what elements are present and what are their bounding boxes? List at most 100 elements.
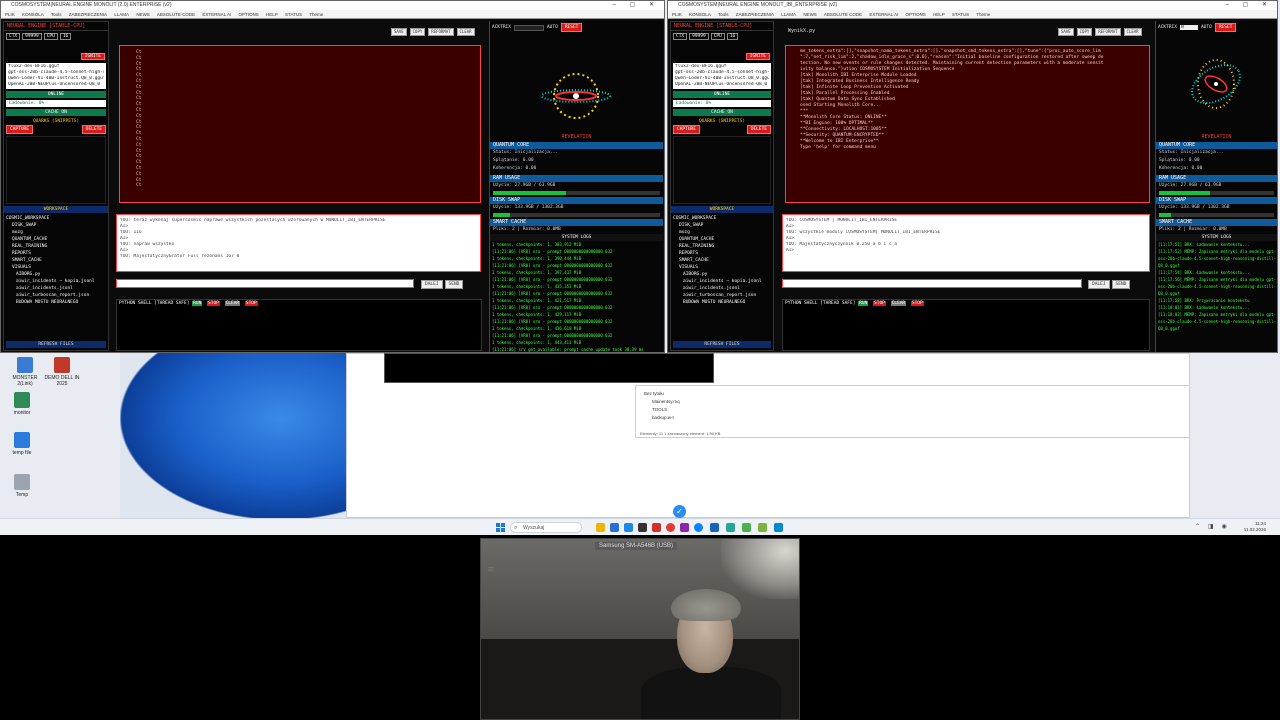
file-explorer-icon[interactable] [596,523,605,532]
run-button[interactable]: RUN [192,301,203,306]
tree-item[interactable]: aiwir_incidents.jsonl [673,285,771,292]
tree-item[interactable]: AIBORG.py [6,271,106,278]
menu-item[interactable]: ZABEZPIECZENIA [736,12,774,17]
menu-item[interactable]: Theme [976,12,990,17]
system-logs[interactable]: [11:17:51] BRX: Ładowanie kontekstu... [1… [1156,241,1277,332]
tree-item[interactable]: DISK_SWAP [6,222,106,229]
clear-button[interactable]: CLEAR [224,301,241,306]
browser-icon[interactable] [666,523,675,532]
menu-item[interactable]: ZABEZPIECZENIA [69,12,107,17]
app-icon[interactable] [652,523,661,532]
menu-item[interactable]: HELP [266,12,278,17]
copy-button[interactable]: COPY [1076,28,1093,36]
app-icon[interactable] [774,523,783,532]
menu-item[interactable]: NEWS [803,12,817,17]
dalej-button[interactable]: DALEJ [1088,280,1110,289]
ignite-button[interactable]: IGNITE [745,53,770,60]
mode-select[interactable] [513,24,544,31]
start-button[interactable] [496,523,505,532]
store-icon[interactable] [624,523,633,532]
desktop-icon-monitor[interactable]: monitor [2,392,42,416]
stop-button[interactable]: STOP [207,301,220,306]
tree-item[interactable]: TOOLS [644,406,680,414]
stop-button[interactable]: STOP [910,301,924,306]
menu-item[interactable]: Theme [309,12,323,17]
tree-item[interactable]: mozg [6,229,106,236]
menu-item[interactable]: PLIK [672,12,682,17]
tree-item[interactable]: SMART_CACHE [673,257,771,264]
workspace-tree[interactable]: COSMIC_WORKSPACE DISK_SWAP mozg QUANTUM_… [673,215,771,306]
send-button[interactable]: SEND [444,280,464,289]
quarks-list[interactable] [6,136,106,204]
tree-item[interactable]: backup.w-t [644,414,680,422]
chat-input[interactable] [782,279,1082,288]
menu-item[interactable]: KONSOLA [689,12,711,17]
window-controls[interactable]: – ▢ ✕ [1226,1,1273,10]
tree-item[interactable]: aiwir_turboscan_report.json [6,292,106,299]
left-window-titlebar[interactable]: COSMOSYSTEM|NEURAL ENGINE MONOLIT (2.0) … [1,1,664,10]
menu-item[interactable]: EXTERNAL AI [869,12,898,17]
desktop-icon-tempfile[interactable]: temp file [2,432,42,456]
save-button[interactable]: SAVE [391,28,407,36]
taskbar-search[interactable]: ⌕ Wyszukaj [510,522,582,533]
menu-item[interactable]: OPTIONS [238,12,258,17]
tree-item[interactable]: AIBORG.py [673,271,771,278]
menu-item[interactable]: Tools [718,12,729,17]
tree-item[interactable]: BUDOWA MOSTU NEURALNEGO [673,299,771,306]
reset-button[interactable]: RESET [1214,23,1237,32]
reformat-button[interactable]: REFORMAT [1095,28,1121,36]
tree-item[interactable]: COSMIC_WORKSPACE [6,215,106,222]
ctx-input[interactable]: 99999 [22,33,42,40]
menu-item[interactable]: STATUS [952,12,969,17]
left-app-window[interactable]: COSMOSYSTEM|NEURAL ENGINE MONOLIT (2.0) … [0,0,665,353]
tray-icons[interactable]: ⌃ ◨ ◉ [1195,523,1230,530]
cpu-input[interactable]: 16 [59,33,72,40]
cache-toggle[interactable]: CACHE ON [673,109,771,116]
delete-button[interactable]: DELETE [746,125,771,134]
tree-item[interactable]: Bez tytułu [644,390,680,398]
menu-item[interactable]: OPTIONS [905,12,925,17]
menu-item[interactable]: Tools [51,12,62,17]
python-shell[interactable]: PYTHON SHELL [THREAD SAFE] RUN STOP CLEA… [782,299,1150,351]
cpu-input[interactable]: 16 [726,33,739,40]
python-shell[interactable]: PYTHON SHELL [THREAD SAFE] RUN STOP CLEA… [116,299,482,351]
app-icon[interactable] [726,523,735,532]
chat-history[interactable]: YOU: teraz wykonaj supercosmic naprawe w… [116,214,481,272]
app-icon[interactable] [680,523,689,532]
edge-icon[interactable] [694,523,703,532]
refresh-files-button[interactable]: REFRESH FILES [6,341,106,348]
tree-item[interactable]: QUANTUM_CACHE [673,236,771,243]
code-editor[interactable]: me_tokens_extra":[],"snapshot_name_token… [785,45,1150,203]
menu-item[interactable]: KONSOLA [22,12,44,17]
desktop-icon-monster[interactable]: MONSTER 2(Link) [5,357,45,387]
quarks-list[interactable] [673,136,771,204]
right-window-titlebar[interactable]: COSMOSYSTEM|NEURAL ENGINE MONOLIT_IBI_EN… [668,1,1277,10]
model-item[interactable]: OpenAI-20B-NEOPlus-Uncensored-Q8_0 [8,82,104,88]
copy-button[interactable]: COPY [409,28,426,36]
auto-toggle[interactable]: AUTO [1201,25,1212,30]
workspace-tree[interactable]: COSMIC_WORKSPACE DISK_SWAP mozg QUANTUM_… [6,215,106,306]
reset-button[interactable]: RESET [560,23,583,32]
send-button[interactable]: SEND [1111,280,1131,289]
desktop-icon-temp[interactable]: Temp [2,474,42,498]
tree-item[interactable]: VISUALS [6,264,106,271]
terminal-icon[interactable] [638,523,647,532]
app-icon[interactable] [610,523,619,532]
menu-item[interactable]: NEWS [136,12,150,17]
auto-toggle[interactable]: AUTO [547,25,558,30]
menu-item[interactable]: PLIK [5,12,15,17]
clock[interactable]: 11:24 11.02.2026 [1244,521,1266,533]
ignite-button[interactable]: IGNITE [80,53,105,60]
menu-icon[interactable]: ≡ [487,565,495,575]
delete-button[interactable]: DELETE [81,125,106,134]
stop-button[interactable]: STOP [244,301,258,306]
cache-toggle[interactable]: CACHE ON [6,109,106,116]
tree-item[interactable]: aiwir_incidents — kopia.jsonl [673,278,771,285]
chat-input[interactable] [116,279,414,288]
chat-history[interactable]: YOU: COSMOSYSTEM | MONOLIT_IBI_ENTERPRIS… [782,214,1150,272]
tree-item[interactable]: REPORTS [6,250,106,257]
menu-item[interactable]: LLAMA [781,12,796,17]
window-controls[interactable]: – ▢ ✕ [613,1,660,10]
tree-item[interactable]: SMART_CACHE [6,257,106,264]
tree-item[interactable]: Mainentsy.mq [644,398,680,406]
